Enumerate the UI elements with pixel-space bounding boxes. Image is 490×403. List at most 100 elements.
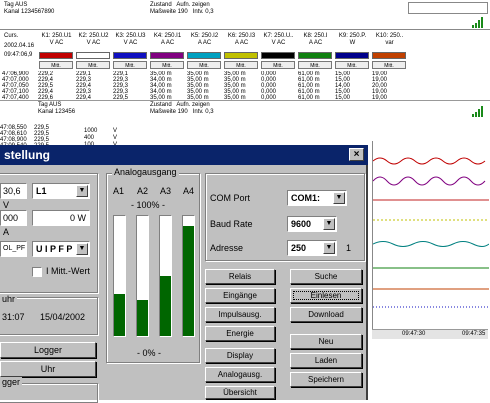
mode-value: U I P F P (36, 244, 73, 254)
scale-value: 400 (84, 135, 95, 141)
chevron-down-icon[interactable]: ▼ (323, 218, 335, 230)
analog-bar-a1 (113, 215, 126, 337)
waveform-trace-teal (372, 241, 490, 247)
close-button[interactable]: × (349, 148, 364, 161)
analog-bar-a2 (136, 215, 149, 337)
new-button[interactable]: Neu (290, 334, 362, 349)
dialog-title: stellung (4, 148, 51, 162)
clock-button[interactable]: Uhr (0, 361, 96, 377)
com-port-select[interactable]: COM1: ▼ (287, 190, 347, 206)
analog-bar-fill (160, 276, 171, 336)
waveform-plot (372, 141, 490, 329)
channel-color-swatch (261, 52, 295, 59)
dialog-titlebar: stellung × (0, 145, 368, 165)
analog-bar-a4 (182, 215, 195, 337)
analog-bar-fill (137, 300, 148, 336)
window2-meta-right: Zustand Aufn. zeigen Maßweite 190 Intv. … (150, 102, 214, 115)
window-header: Tag AUS Kanal 1234567890 Zustand Aufn. z… (0, 0, 490, 30)
scale-value: 1000 (84, 128, 98, 134)
cursor-label: Curs. (4, 33, 19, 39)
voltage-channel-select[interactable]: L1 ▼ (32, 183, 90, 199)
clock-date: 15/04/2002 (40, 312, 86, 322)
channel-color-swatch (76, 52, 110, 59)
pulse-output-button[interactable]: Impulsausg. (205, 307, 275, 322)
time-tick: 09:47:30 (402, 331, 426, 337)
current-range-field[interactable]: 000 A (0, 210, 27, 237)
load-button[interactable]: Laden (290, 353, 362, 368)
channel-color-swatch (298, 52, 332, 59)
channel-header: K2: 250.U2 V AC (78, 33, 109, 46)
voltage-channel-value: L1 (36, 186, 47, 196)
analog-channel-label: A2 (137, 186, 149, 196)
analog-bar-a3 (159, 215, 172, 337)
mode-select[interactable]: U I P F P ▼ (32, 241, 90, 257)
waveform-trace-red (372, 157, 486, 165)
save-button[interactable]: Speichern (290, 372, 362, 387)
channel-mitt-button[interactable]: Mitt. (113, 61, 147, 69)
clock-time: 31:07 (2, 312, 25, 322)
address-value: 250 (291, 243, 307, 253)
chevron-down-icon[interactable]: ▼ (76, 185, 88, 197)
relais-button[interactable]: Relais (205, 269, 275, 284)
analog-channel-label: A4 (183, 186, 195, 196)
channel-header: K7: 250.U.. V AC (263, 33, 294, 46)
chevron-down-icon[interactable]: ▼ (76, 243, 88, 255)
channel-mitt-button[interactable]: Mitt. (187, 61, 221, 69)
channel-mitt-button[interactable]: Mitt. (261, 61, 295, 69)
channel-mitt-button[interactable]: Mitt. (150, 61, 184, 69)
analog-channel-label: A3 (160, 186, 172, 196)
channel-header: K8: 250.I A AC (303, 33, 328, 46)
voltage-range-field[interactable]: 30,6 V (0, 183, 27, 210)
time-tick: 09:47:35 (462, 331, 486, 337)
header-status-box (408, 2, 488, 14)
channel-color-swatch (150, 52, 184, 59)
mitt-wert-label: I Mitt.-Wert (46, 266, 90, 276)
channel-header: K1: 250.U1 V AC (41, 33, 72, 46)
channel-mitt-button[interactable]: Mitt. (76, 61, 110, 69)
analog-scale-bottom: - 0% - (137, 348, 162, 358)
data-table-window-back: Tag AUS Kanal 1234567890 Zustand Aufn. z… (0, 0, 490, 112)
read-in-button[interactable]: Einlesen (290, 288, 362, 303)
com-port-label: COM Port (210, 193, 251, 203)
window-meta-right: Zustand Aufn. zeigen Maßweite 190 Intv. … (150, 2, 214, 15)
display-button[interactable]: Display (205, 348, 275, 363)
channel-color-swatch (113, 52, 147, 59)
mode-field[interactable]: OL_PF (0, 241, 27, 257)
chevron-down-icon[interactable]: ▼ (333, 192, 345, 204)
power-value-field[interactable]: 0 W (32, 210, 90, 226)
channel-color-swatch (39, 52, 73, 59)
analog-output-label: Analogausgang (112, 167, 179, 177)
overview-button[interactable]: Übersicht (205, 386, 275, 399)
channel-mitt-button[interactable]: Mitt. (298, 61, 332, 69)
baud-rate-value: 9600 (291, 219, 312, 229)
baud-rate-label: Baud Rate (210, 219, 253, 229)
mitt-wert-checkbox[interactable] (32, 267, 42, 277)
channel-color-swatch (187, 52, 221, 59)
close-icon: × (353, 149, 360, 160)
analog-scale-top: - 100% - (131, 200, 166, 210)
address-label: Adresse (210, 243, 244, 253)
search-button[interactable]: Suche (290, 269, 362, 284)
analog-bar-fill (183, 225, 194, 336)
signal-strength-icon (472, 105, 486, 117)
window2-meta-left: Tag AUS Kanal 123456 (38, 102, 76, 115)
logger-button[interactable]: Logger (0, 342, 96, 358)
channel-color-swatch (224, 52, 258, 59)
inputs-button[interactable]: Eingänge (205, 288, 275, 303)
signal-strength-icon (472, 16, 486, 28)
cursor-time: 09:47:06,9 (4, 52, 33, 58)
channel-mitt-button[interactable]: Mitt. (372, 61, 406, 69)
address-select[interactable]: 250 ▼ (287, 240, 337, 256)
channel-mitt-button[interactable]: Mitt. (224, 61, 258, 69)
download-button[interactable]: Download (290, 307, 362, 322)
baud-rate-select[interactable]: 9600 ▼ (287, 216, 337, 232)
cursor-date: 2002.04.16 (4, 43, 35, 49)
energy-button[interactable]: Energie (205, 326, 275, 341)
channel-mitt-button[interactable]: Mitt. (39, 61, 73, 69)
channel-header: K9: 250.P. W (338, 33, 367, 46)
channel-mitt-button[interactable]: Mitt. (335, 61, 369, 69)
channel-header: K6: 250.I3 A AC (227, 33, 256, 46)
analog-channel-label: A1 (113, 186, 125, 196)
chevron-down-icon[interactable]: ▼ (323, 242, 335, 254)
analog-output-button[interactable]: Analogausg. (205, 367, 275, 382)
